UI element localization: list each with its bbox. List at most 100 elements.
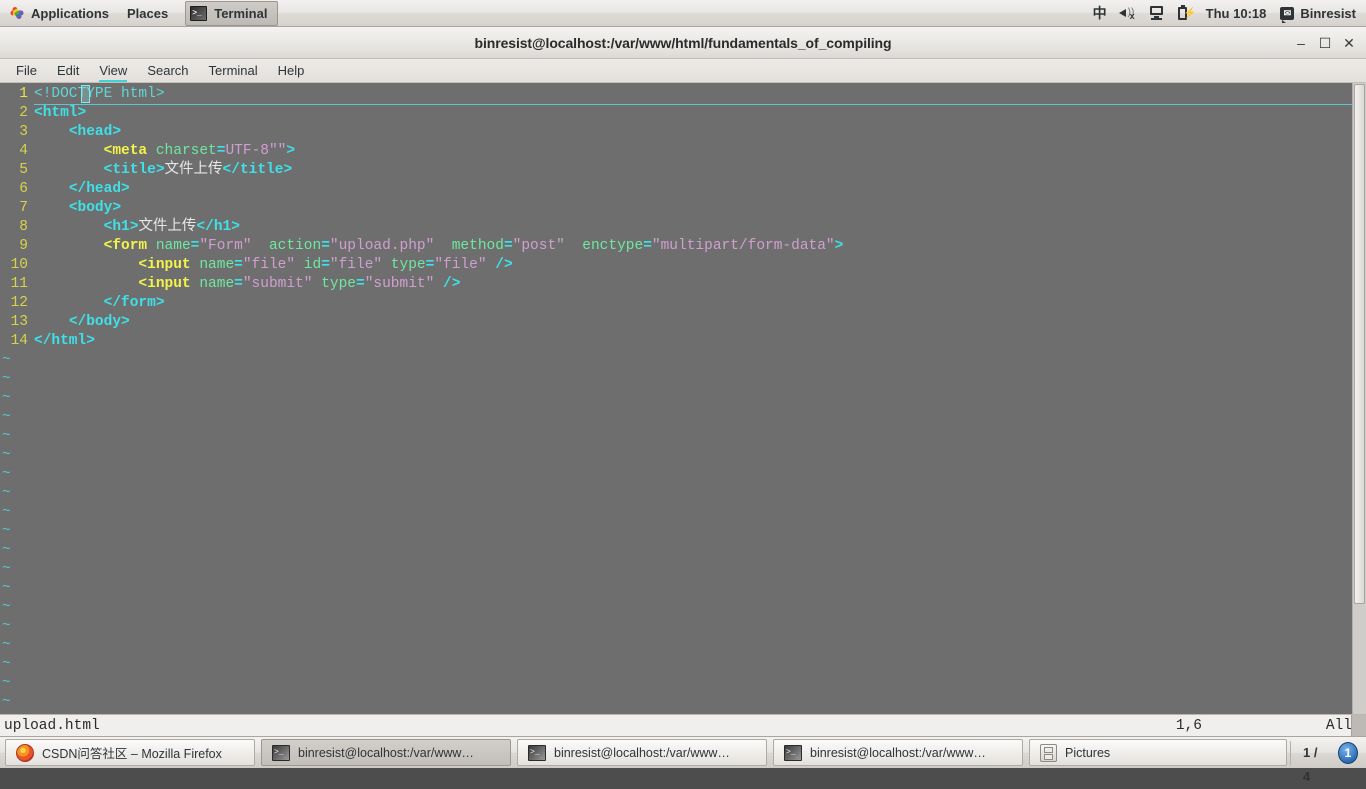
line-number: 1 [0,85,34,104]
menu-terminal[interactable]: Terminal [199,59,268,83]
menu-label: Search [147,63,188,78]
places-menu[interactable]: Places [118,0,177,27]
token-attr: name [156,238,191,254]
empty-line: ~ [0,408,1352,427]
token-attr: name [199,276,234,292]
token-tagb: <form [104,238,148,254]
terminal-content[interactable]: 1<!DOCTYPE html> 2<html>3 <head>4 <meta c… [0,83,1366,714]
taskbar-item[interactable]: >_binresist@localhost:/var/www… [517,739,767,766]
line-code: <!DOCTYPE html> [34,85,1352,105]
terminal-icon: >_ [272,745,290,761]
minimize-button[interactable]: – [1290,32,1312,54]
menu-view[interactable]: View [89,59,137,83]
empty-line: ~ [0,636,1352,655]
volume-muted-icon[interactable]: ))x [1113,0,1143,27]
messaging-icon: ✉ [1280,7,1294,20]
line-number: 6 [0,180,34,199]
token-txt [34,295,104,311]
close-icon: ✕ [1343,36,1355,50]
empty-line-marker: ~ [0,636,11,655]
menu-edit[interactable]: Edit [47,59,89,83]
empty-line: ~ [0,465,1352,484]
close-button[interactable]: ✕ [1338,32,1360,54]
token-txt [434,238,451,254]
vim-status-line: upload.html 1,6 All [0,714,1366,736]
empty-line-marker: ~ [0,370,11,389]
user-menu[interactable]: ✉ Binresist [1276,6,1366,21]
empty-line-marker: ~ [0,446,11,465]
vim-buffer[interactable]: 1<!DOCTYPE html> 2<html>3 <head>4 <meta c… [0,85,1352,714]
token-txt [295,257,304,273]
empty-line: ~ [0,598,1352,617]
menu-file[interactable]: File [6,59,47,83]
empty-line: ~ [0,541,1352,560]
token-str: "submit" [365,276,435,292]
token-txt: 文件上传 [165,162,223,178]
line-number: 5 [0,161,34,180]
token-str: "Form" [199,238,251,254]
code-line: 6 </head> [0,180,1352,199]
user-menu-label: Binresist [1300,6,1356,21]
token-attr: action [269,238,321,254]
token-str: "file" [330,257,382,273]
code-line: 9 <form name="Form" action="upload.php" … [0,237,1352,256]
input-method-label: 中 [1093,3,1107,23]
workspace-switcher[interactable]: 1 / 4 [1290,741,1338,765]
token-attr: type [321,276,356,292]
maximize-button[interactable]: ☐ [1314,32,1336,54]
places-menu-label: Places [127,6,168,21]
empty-line-marker: ~ [0,408,11,427]
code-line: 14</html> [0,332,1352,351]
display-icon[interactable] [1143,0,1170,27]
taskbar-item[interactable]: Pictures [1029,739,1287,766]
notification-badge[interactable]: 1 [1338,742,1358,764]
scrollbar-thumb[interactable] [1354,84,1365,604]
terminal-window: binresist@localhost:/var/www/html/fundam… [0,27,1366,736]
empty-line: ~ [0,484,1352,503]
token-txt [147,143,156,159]
line-number: 7 [0,199,34,218]
menu-label: File [16,63,37,78]
line-code: </html> [34,332,1352,351]
empty-line: ~ [0,579,1352,598]
token-eq: = [504,238,513,254]
empty-line-marker: ~ [0,465,11,484]
token-txt [434,276,443,292]
token-tag: <head> [69,124,121,140]
applications-menu[interactable]: Applications [0,0,118,27]
line-number: 14 [0,332,34,351]
code-line: 4 <meta charset=UTF-8""> [0,142,1352,161]
taskbar-item[interactable]: >_binresist@localhost:/var/www… [773,739,1023,766]
token-txt [382,257,391,273]
token-tag: <html> [34,105,86,121]
code-line: 2<html> [0,104,1352,123]
empty-line: ~ [0,693,1352,712]
empty-line: ~ [0,389,1352,408]
token-txt [34,276,138,292]
token-txt [312,276,321,292]
empty-line: ~ [0,446,1352,465]
token-doctype: <!DOCTYPE html> [34,86,165,102]
line-number: 9 [0,237,34,256]
taskbar-window-terminal-label: Terminal [214,6,267,21]
input-method-icon[interactable]: 中 [1087,0,1113,27]
taskbar-window-terminal[interactable]: >_ Terminal [185,1,278,26]
clock[interactable]: Thu 10:18 [1196,6,1277,21]
token-txt [34,238,104,254]
menu-help[interactable]: Help [268,59,315,83]
empty-line-marker: ~ [0,351,11,370]
token-txt [34,181,69,197]
taskbar-item[interactable]: CSDN问答社区 – Mozilla Firefox [5,739,255,766]
token-attr: charset [156,143,217,159]
line-number: 11 [0,275,34,294]
token-attr: id [304,257,321,273]
taskbar-item-label: binresist@localhost:/var/www… [298,746,474,760]
code-line: 3 <head> [0,123,1352,142]
terminal-scrollbar[interactable] [1352,83,1366,714]
token-attr: method [452,238,504,254]
window-controls: – ☐ ✕ [1290,27,1360,59]
taskbar-item[interactable]: >_ binresist@localhost:/var/www… [261,739,511,766]
battery-icon[interactable]: ⚡ [1170,0,1196,27]
empty-line-marker: ~ [0,541,11,560]
menu-search[interactable]: Search [137,59,198,83]
